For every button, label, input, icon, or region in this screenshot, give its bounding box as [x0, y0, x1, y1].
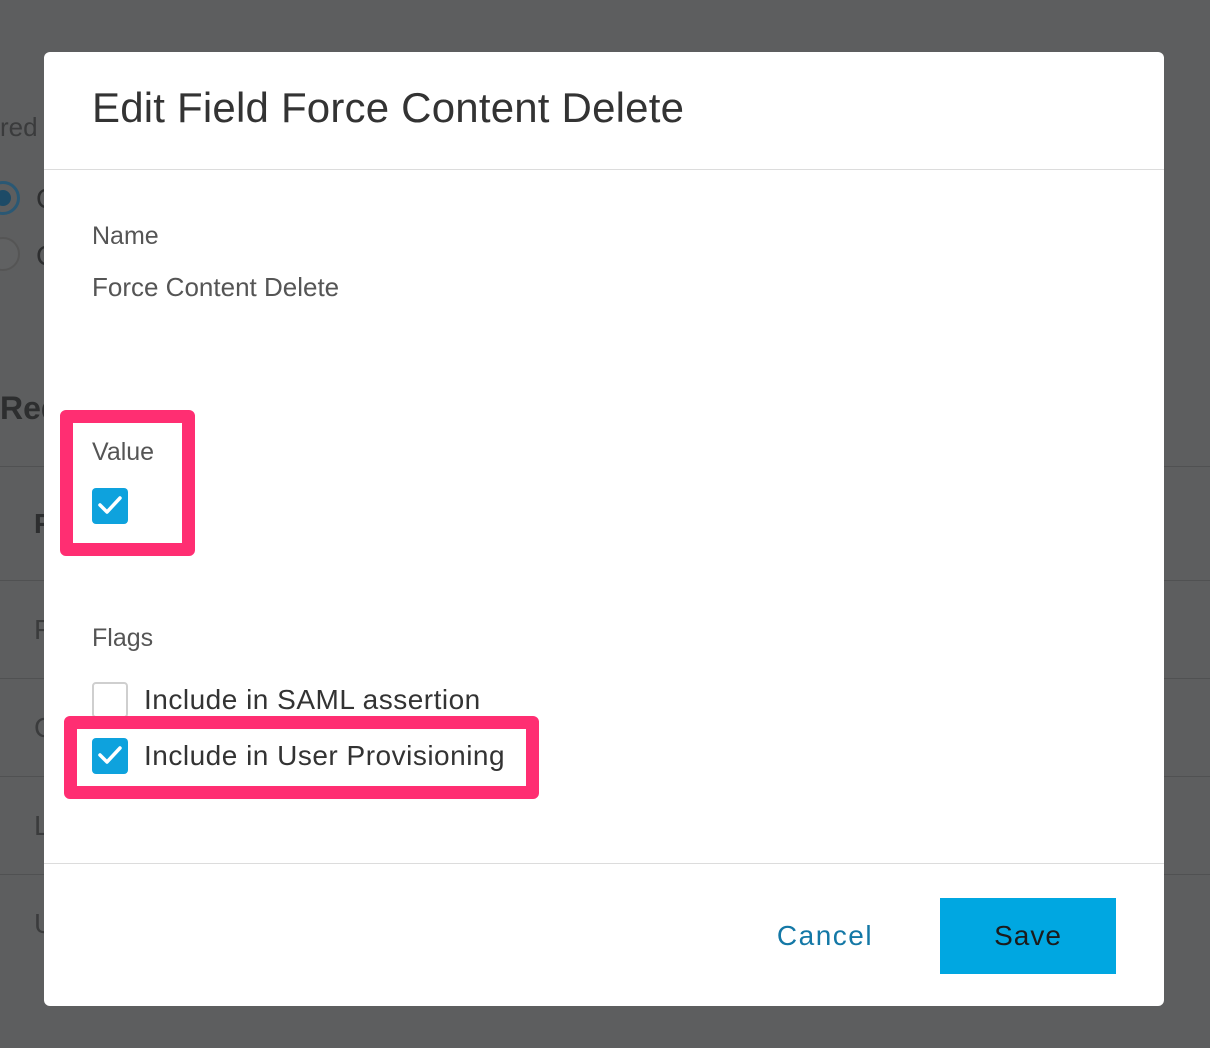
bg-text-fragment: U	[34, 908, 44, 940]
bg-text-fragment: C	[34, 712, 44, 744]
user-provisioning-checkbox[interactable]	[92, 738, 128, 774]
bg-text-fragment: red	[0, 112, 38, 142]
name-label: Name	[92, 222, 159, 250]
bg-text-fragment: F	[34, 508, 44, 539]
saml-assertion-label[interactable]: Include in SAML assertion	[144, 684, 481, 716]
value-label: Value	[92, 438, 155, 466]
bg-text-fragment: L	[34, 810, 44, 841]
checkmark-icon	[98, 496, 122, 514]
value-highlight-box	[60, 410, 195, 556]
edit-field-dialog: Edit Field Force Content Delete Name For…	[44, 52, 1164, 1006]
dialog-header: Edit Field Force Content Delete	[44, 52, 1164, 170]
bg-text-fragment: C	[36, 240, 44, 272]
user-provisioning-label[interactable]: Include in User Provisioning	[144, 740, 505, 772]
cancel-button[interactable]: Cancel	[750, 900, 900, 972]
save-button[interactable]: Save	[940, 898, 1116, 974]
dialog-title: Edit Field Force Content Delete	[92, 84, 685, 131]
bg-text-fragment: C	[36, 183, 44, 215]
dialog-footer-divider	[44, 863, 1164, 864]
bg-section-heading-fragment: Req	[0, 390, 44, 426]
value-checkbox[interactable]	[92, 488, 128, 524]
bg-radio-empty	[0, 237, 20, 271]
name-value: Force Content Delete	[92, 272, 340, 302]
checkmark-icon	[98, 746, 122, 764]
saml-assertion-checkbox[interactable]	[92, 682, 128, 718]
bg-radio-selected	[0, 181, 20, 215]
flags-label: Flags	[92, 624, 154, 652]
bg-text-fragment: F	[34, 614, 44, 645]
